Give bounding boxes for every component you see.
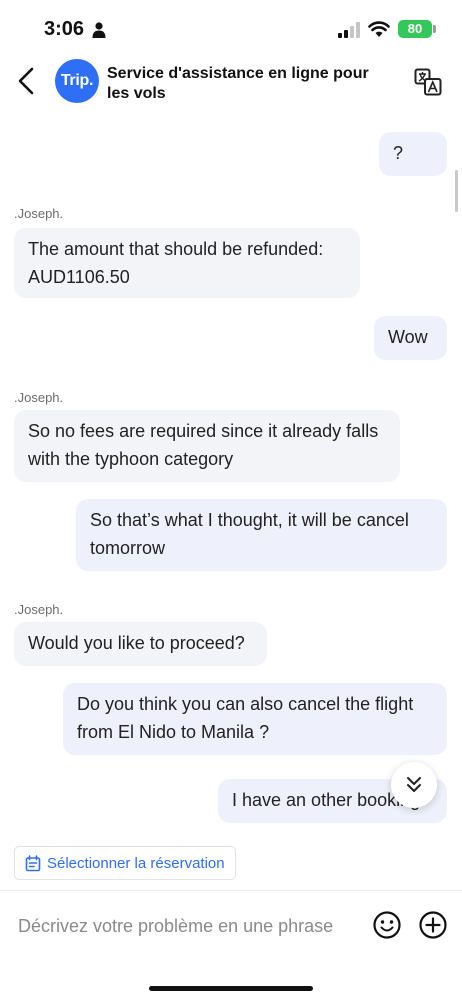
message-text: ?	[393, 143, 404, 163]
message-text: So that’s what I thought, it will be can…	[90, 510, 409, 558]
message-text: The amount that should be refunded: AUD1…	[28, 239, 324, 287]
wifi-icon	[368, 21, 390, 37]
message-bubble-agent: So no fees are required since it already…	[14, 410, 400, 482]
sender-name: .Joseph.	[14, 602, 64, 617]
message-text: Would you like to proceed?	[28, 633, 245, 653]
message-bubble-user: So that’s what I thought, it will be can…	[76, 499, 447, 571]
message-bubble-user: Do you think you can also cancel the fli…	[63, 683, 447, 755]
message-text: So no fees are required since it already…	[28, 421, 379, 469]
message-bubble-user: ?	[379, 132, 447, 176]
select-reservation-label: Sélectionner la réservation	[47, 854, 225, 872]
message-bubble-agent: Would you like to proceed?	[14, 622, 267, 666]
sender-name: .Joseph.	[14, 390, 64, 405]
message-bubble-agent: The amount that should be refunded: AUD1…	[14, 228, 360, 298]
scroll-to-bottom-button[interactable]	[391, 762, 437, 808]
cellular-signal-icon	[338, 22, 360, 38]
message-text: Do you think you can also cancel the fli…	[77, 694, 414, 742]
message-bubble-user: Wow	[374, 316, 447, 360]
status-bar: 3:06 80	[0, 0, 462, 56]
plus-icon[interactable]	[418, 910, 448, 940]
double-chevron-down-icon	[407, 777, 421, 792]
message-input-bar	[0, 890, 462, 1000]
home-indicator	[149, 986, 313, 991]
message-input[interactable]	[18, 911, 358, 941]
battery-indicator: 80	[398, 20, 432, 38]
battery-tip	[433, 25, 436, 33]
message-text: Wow	[388, 327, 428, 347]
page-title: Service d'assistance en ligne pour les v…	[107, 65, 369, 102]
calendar-icon	[25, 854, 41, 871]
select-reservation-button[interactable]: Sélectionner la réservation	[14, 846, 236, 880]
status-time: 3:06	[44, 18, 85, 40]
chat-message-list[interactable]: ? .Joseph. The amount that should be ref…	[0, 112, 462, 892]
chat-header: Trip. Service d'assistance en ligne pour…	[0, 56, 462, 112]
trip-logo: Trip.	[55, 59, 99, 103]
emoji-icon[interactable]	[372, 910, 402, 940]
translate-icon[interactable]	[414, 68, 442, 96]
person-icon	[92, 22, 106, 38]
scrollbar[interactable]	[455, 170, 458, 212]
chevron-left-icon[interactable]	[14, 66, 38, 96]
sender-name: .Joseph.	[14, 206, 64, 221]
